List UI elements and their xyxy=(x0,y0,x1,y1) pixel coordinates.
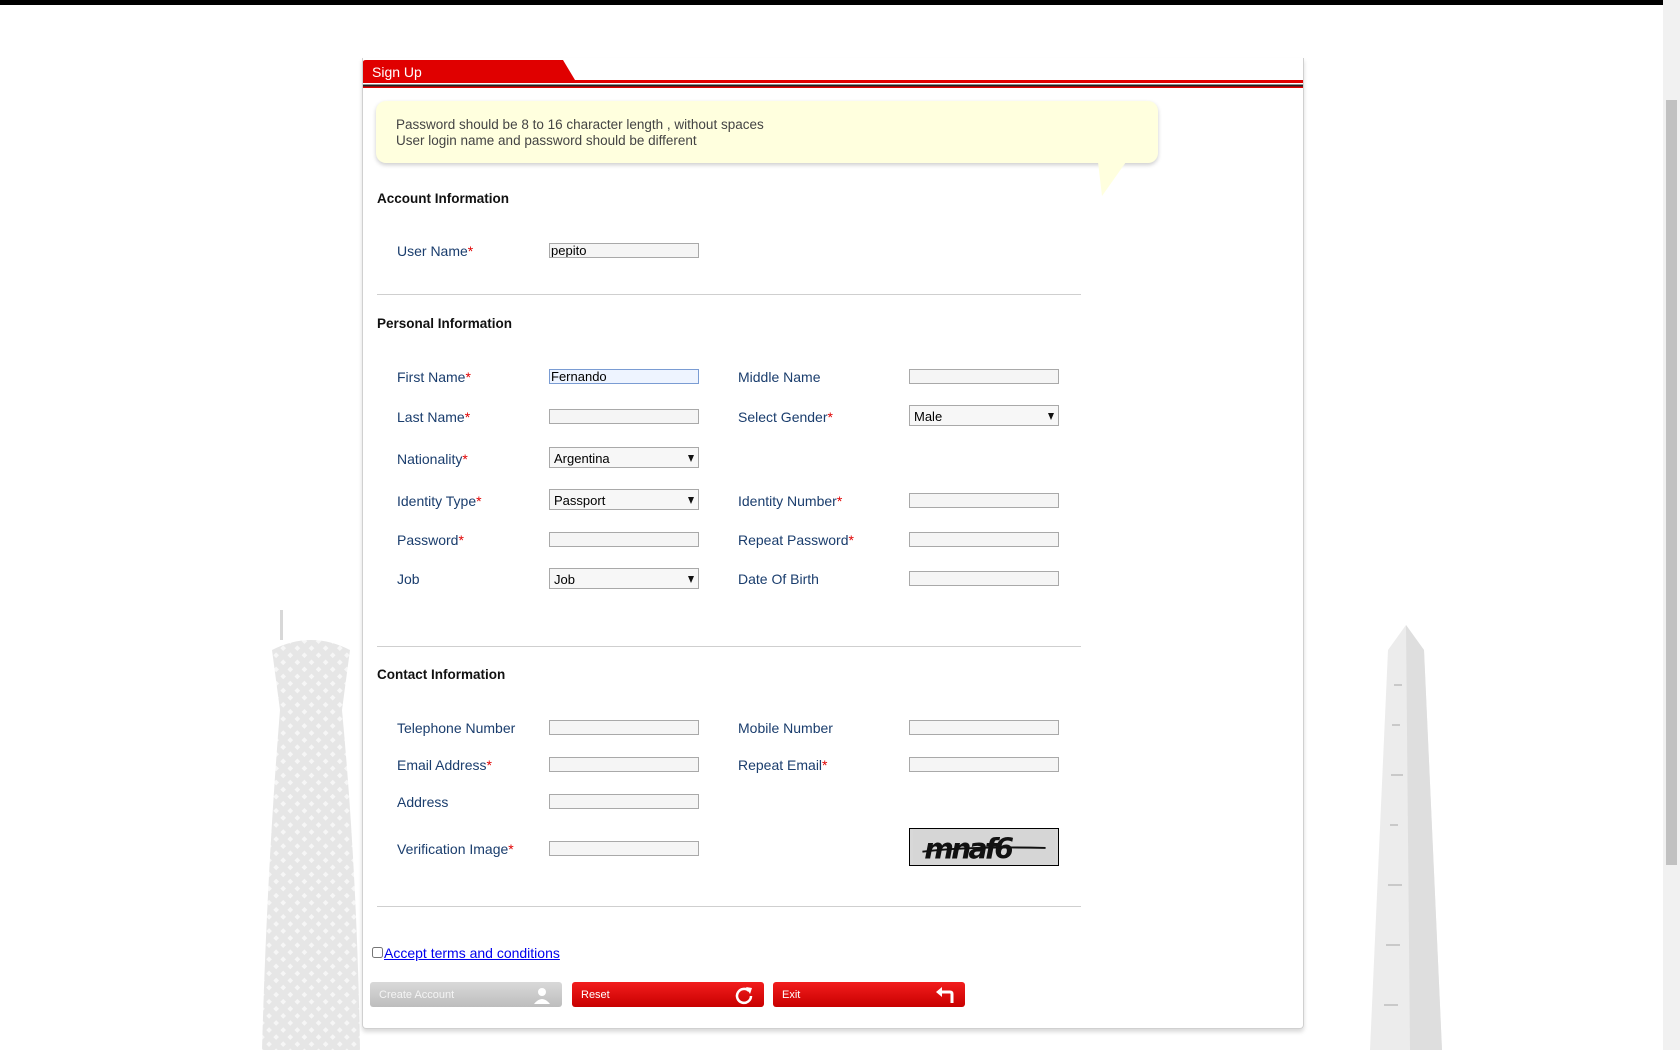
email-label: Email Address* xyxy=(397,757,492,773)
user-name-input[interactable] xyxy=(549,243,699,258)
exit-button[interactable]: Exit xyxy=(773,982,965,1007)
identity-number-input[interactable] xyxy=(909,493,1059,508)
create-account-label: Create Account xyxy=(379,989,455,1001)
hint-line: User login name and password should be d… xyxy=(396,133,697,148)
job-select[interactable]: Job xyxy=(549,568,699,589)
nationality-select[interactable]: Argentina xyxy=(549,447,699,468)
job-select-value: Job xyxy=(554,572,575,587)
reset-label: Reset xyxy=(581,989,610,1001)
section-title-account: Account Information xyxy=(377,191,509,206)
accept-terms-checkbox[interactable] xyxy=(372,947,383,958)
gender-select[interactable]: Male xyxy=(909,405,1059,426)
hint-line: Password should be 8 to 16 character len… xyxy=(396,117,764,132)
signup-panel: Sign Up Password should be 8 to 16 chara… xyxy=(362,58,1304,1029)
password-input[interactable] xyxy=(549,532,699,547)
dropdown-arrow-icon xyxy=(688,576,694,583)
exit-label: Exit xyxy=(782,989,801,1001)
browser-top-bar xyxy=(0,0,1663,5)
middle-name-input[interactable] xyxy=(909,369,1059,384)
tab-title: Sign Up xyxy=(372,64,422,80)
mobile-input[interactable] xyxy=(909,720,1059,735)
repeat-password-input[interactable] xyxy=(909,532,1059,547)
cairo-tower-background-image xyxy=(262,610,360,1050)
signup-tab xyxy=(363,60,1303,88)
nationality-select-value: Argentina xyxy=(554,451,610,466)
dropdown-arrow-icon xyxy=(1048,413,1054,420)
address-input[interactable] xyxy=(549,794,699,809)
identity-type-label: Identity Type* xyxy=(397,493,482,509)
address-label: Address xyxy=(397,794,449,810)
email-input[interactable] xyxy=(549,757,699,772)
repeat-email-input[interactable] xyxy=(909,757,1059,772)
repeat-password-label: Repeat Password* xyxy=(738,532,854,548)
gender-label: Select Gender* xyxy=(738,409,833,425)
section-title-personal: Personal Information xyxy=(377,316,513,331)
telephone-label: Telephone Number xyxy=(397,720,516,736)
nationality-label: Nationality* xyxy=(397,451,468,467)
identity-number-label: Identity Number* xyxy=(738,493,843,509)
user-icon xyxy=(534,988,550,1004)
dropdown-arrow-icon xyxy=(688,497,694,504)
first-name-input[interactable] xyxy=(549,369,699,384)
password-label: Password* xyxy=(397,532,464,548)
return-arrow-icon xyxy=(936,987,954,1003)
user-name-label: User Name* xyxy=(397,243,474,259)
repeat-email-label: Repeat Email* xyxy=(738,757,828,773)
page-scrollbar[interactable] xyxy=(1663,0,1680,1050)
scrollbar-thumb[interactable] xyxy=(1666,100,1677,865)
last-name-input[interactable] xyxy=(549,409,699,424)
mobile-label: Mobile Number xyxy=(738,720,833,736)
section-divider xyxy=(377,906,1081,907)
section-divider xyxy=(377,646,1081,647)
date-of-birth-label: Date Of Birth xyxy=(738,571,819,587)
first-name-label: First Name* xyxy=(397,369,471,385)
password-hint-tooltip: Password should be 8 to 16 character len… xyxy=(376,101,1158,163)
gender-select-value: Male xyxy=(914,409,943,424)
refresh-icon xyxy=(735,987,753,1005)
job-label: Job xyxy=(397,571,420,587)
dropdown-arrow-icon xyxy=(688,455,694,462)
create-account-button[interactable]: Create Account xyxy=(370,982,562,1007)
telephone-input[interactable] xyxy=(549,720,699,735)
last-name-label: Last Name* xyxy=(397,409,471,425)
section-divider xyxy=(377,294,1081,295)
identity-type-select-value: Passport xyxy=(554,493,606,508)
identity-type-select[interactable]: Passport xyxy=(549,489,699,510)
date-of-birth-input[interactable] xyxy=(909,571,1059,586)
verification-label: Verification Image* xyxy=(397,841,514,857)
terms-link[interactable]: Accept terms and conditions xyxy=(384,945,560,961)
middle-name-label: Middle Name xyxy=(738,369,821,385)
captcha-image: mnaf6 xyxy=(909,828,1059,866)
obelisk-background-image xyxy=(1370,625,1442,1050)
verification-input[interactable] xyxy=(549,841,699,856)
reset-button[interactable]: Reset xyxy=(572,982,764,1007)
section-title-contact: Contact Information xyxy=(377,667,506,682)
tooltip-tail xyxy=(1098,162,1126,196)
